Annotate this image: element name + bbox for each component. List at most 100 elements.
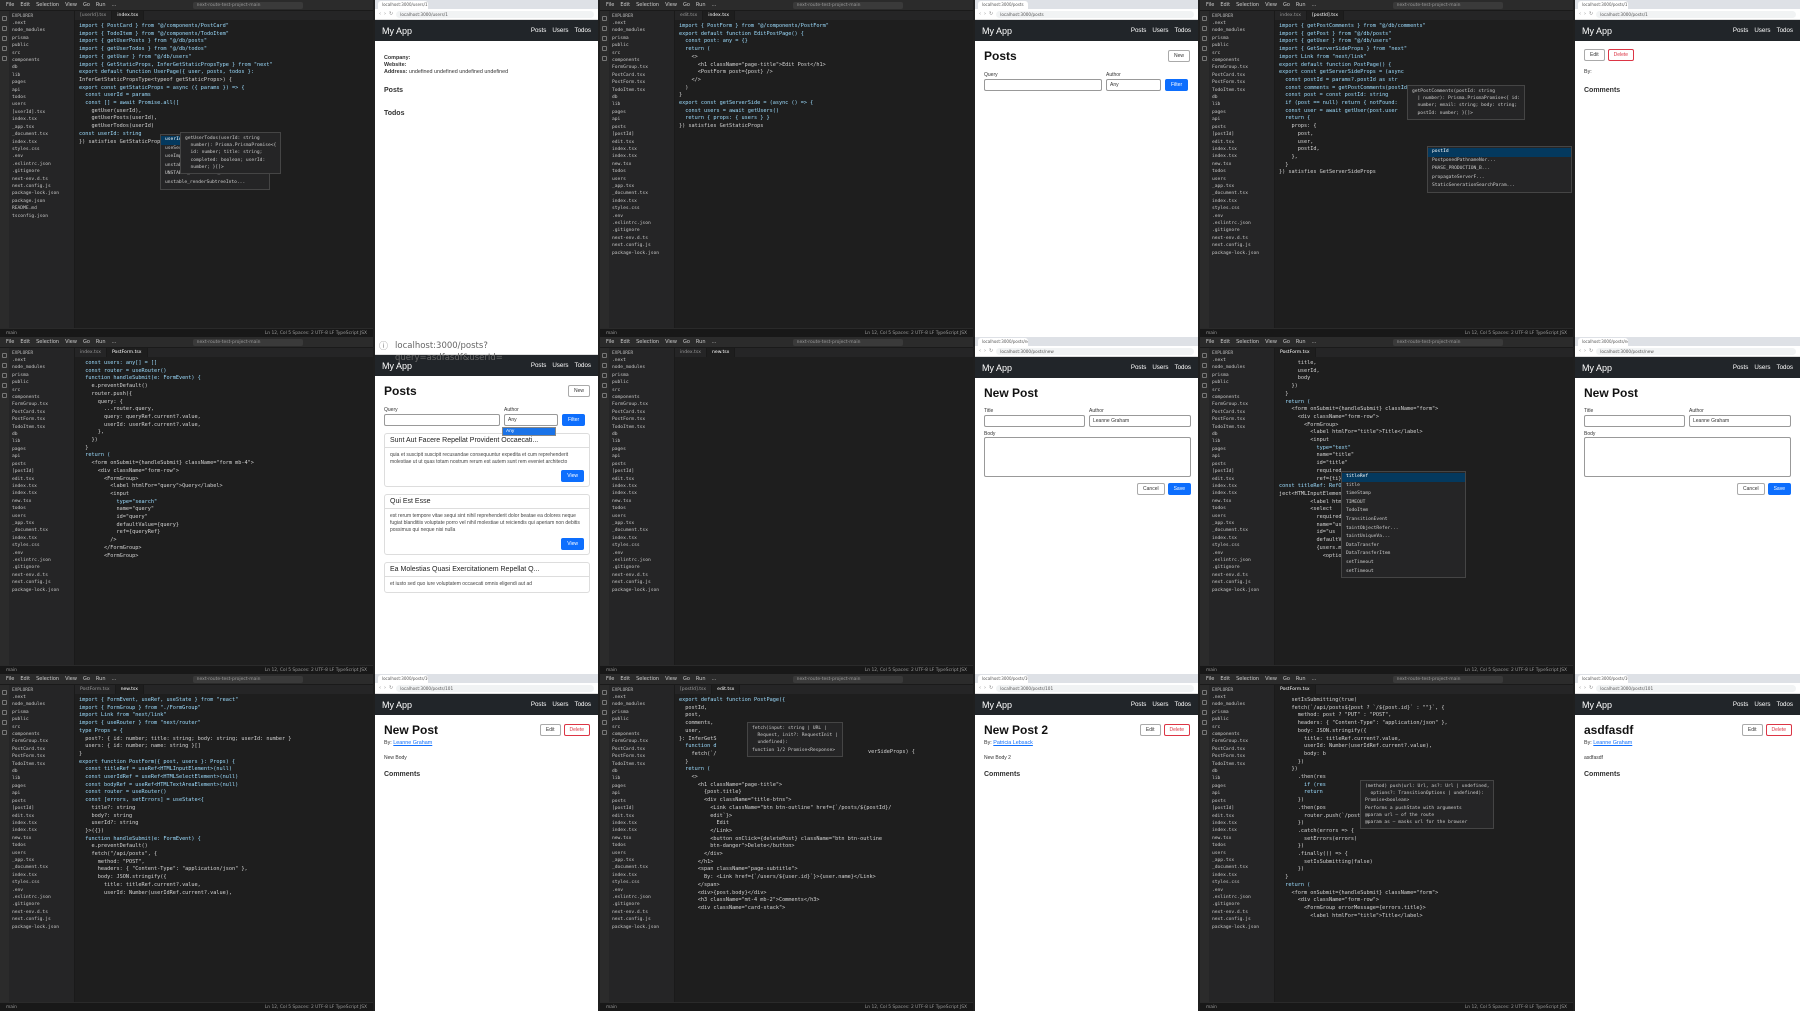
explorer-item[interactable]: lib <box>1209 438 1274 445</box>
explorer-item[interactable]: PostCard.tsx <box>1209 72 1274 79</box>
status-branch[interactable]: main <box>6 331 17 336</box>
explorer-item[interactable]: _document.tsx <box>9 864 74 871</box>
author-select[interactable]: Leanne Graham <box>1089 415 1191 427</box>
menu-item[interactable]: Edit <box>20 676 30 682</box>
menu-item[interactable]: ... <box>112 339 117 345</box>
forward-icon[interactable]: › <box>984 685 986 691</box>
editor-tab[interactable]: [postId].tsx <box>675 685 713 694</box>
explorer-item[interactable]: TodoItem.tsx <box>609 87 674 94</box>
menu-item[interactable]: Edit <box>20 2 30 8</box>
suggestion-item[interactable]: unstable_renderSubtreeInto... <box>161 179 269 188</box>
explorer-item[interactable]: index.tsx <box>9 827 74 834</box>
save-button[interactable]: Save <box>1767 483 1791 495</box>
editor-tab[interactable]: PostForm.tsx <box>1275 685 1316 694</box>
explorer-item[interactable]: db <box>1209 431 1274 438</box>
nav-posts[interactable]: Posts <box>1733 364 1748 371</box>
back-icon[interactable]: ‹ <box>1579 685 1581 691</box>
explorer-item[interactable]: public <box>9 379 74 386</box>
command-center-search[interactable]: next-route-test-project-main <box>792 675 903 683</box>
title-input[interactable] <box>984 415 1085 427</box>
explorer-item[interactable]: edit.tsx <box>1209 476 1274 483</box>
explorer-item[interactable]: node_modules <box>1209 364 1274 371</box>
explorer-item[interactable]: index.tsx <box>9 116 74 123</box>
explorer-item[interactable]: .eslintrc.json <box>1209 220 1274 227</box>
explorer-item[interactable]: .env <box>609 550 674 557</box>
suggestion-item[interactable]: propagateServerF... <box>1428 174 1571 183</box>
explorer-item[interactable]: edit.tsx <box>9 813 74 820</box>
nav-users[interactable]: Users <box>1152 27 1168 34</box>
nav-users[interactable]: Users <box>1754 701 1770 708</box>
run-debug-icon[interactable] <box>602 720 607 725</box>
editor-tab[interactable]: index.tsx <box>703 11 736 20</box>
nav-posts[interactable]: Posts <box>1131 364 1146 371</box>
nav-todos[interactable]: Todos <box>1776 27 1793 34</box>
suggestion-item[interactable]: setTimeout <box>1342 559 1465 568</box>
suggestion-item[interactable]: TodoItem <box>1342 507 1465 516</box>
explorer-item[interactable]: new.tsx <box>1209 161 1274 168</box>
explorer-item[interactable]: .eslintrc.json <box>1209 557 1274 564</box>
url-input[interactable]: localhost:3000/posts/1 <box>1596 10 1796 18</box>
explorer-item[interactable]: package-lock.json <box>609 587 674 594</box>
cancel-button[interactable]: Cancel <box>1137 483 1165 495</box>
menu-item[interactable]: ... <box>712 676 717 682</box>
explorer-item[interactable]: [postId] <box>9 805 74 812</box>
author-select[interactable]: Any <box>1106 79 1161 91</box>
explorer-item[interactable]: users <box>9 101 74 108</box>
autocomplete-popup[interactable]: postId PostponedPathnameNor... PHASE_PRODU… <box>1427 146 1572 193</box>
explorer-item[interactable]: .env <box>9 887 74 894</box>
explorer-item[interactable]: _document.tsx <box>9 131 74 138</box>
explorer-item[interactable]: api <box>9 453 74 460</box>
status-branch[interactable]: main <box>606 668 617 673</box>
explorer-item[interactable]: todos <box>609 842 674 849</box>
explorer-item[interactable]: next-env.d.ts <box>9 909 74 916</box>
explorer-item[interactable]: .next <box>1209 694 1274 701</box>
menu-item[interactable]: View <box>1265 339 1277 345</box>
explorer-item[interactable]: _app.tsx <box>9 857 74 864</box>
source-control-icon[interactable] <box>2 710 7 715</box>
url-input[interactable]: localhost:3000/posts?query=asdfasdf&user… <box>391 339 594 363</box>
explorer-item[interactable]: posts <box>9 461 74 468</box>
explorer-item[interactable]: .eslintrc.json <box>609 894 674 901</box>
author-dropdown[interactable]: Any <box>502 427 556 436</box>
status-branch[interactable]: main <box>1206 1005 1217 1010</box>
explorer-item[interactable]: components <box>9 394 74 401</box>
brand-link[interactable]: My App <box>382 361 412 371</box>
explorer-item[interactable]: lib <box>609 775 674 782</box>
explorer-item[interactable]: todos <box>1209 168 1274 175</box>
explorer-item[interactable]: _document.tsx <box>1209 864 1274 871</box>
source-control-icon[interactable] <box>602 373 607 378</box>
explorer-item[interactable]: styles.css <box>9 879 74 886</box>
explorer-item[interactable]: db <box>9 768 74 775</box>
explorer-item[interactable]: public <box>609 42 674 49</box>
explorer-item[interactable]: .env <box>9 153 74 160</box>
explorer-item[interactable]: components <box>1209 394 1274 401</box>
search-icon[interactable] <box>1202 26 1207 31</box>
explorer-item[interactable]: prisma <box>609 372 674 379</box>
explorer-item[interactable]: .eslintrc.json <box>609 220 674 227</box>
status-branch[interactable]: main <box>606 1005 617 1010</box>
view-button[interactable]: View <box>561 470 584 482</box>
reload-icon[interactable]: ↻ <box>989 348 993 354</box>
suggestion-item[interactable]: TransitionEvent <box>1342 516 1465 525</box>
code-editor[interactable]: import { FormEvent, useRef, useState } f… <box>75 694 373 1002</box>
menu-item[interactable]: View <box>65 676 77 682</box>
delete-button[interactable]: Delete <box>1163 724 1190 736</box>
explorer-item[interactable]: .next <box>9 357 74 364</box>
explorer-item[interactable]: next-env.d.ts <box>1209 572 1274 579</box>
menu-item[interactable]: Selection <box>1236 339 1259 345</box>
explorer-item[interactable]: package-lock.json <box>1209 587 1274 594</box>
menu-item[interactable]: Edit <box>620 339 630 345</box>
explorer-item[interactable]: users <box>1209 176 1274 183</box>
explorer-item[interactable]: PostCard.tsx <box>1209 409 1274 416</box>
extensions-icon[interactable] <box>602 730 607 735</box>
nav-todos[interactable]: Todos <box>574 701 591 708</box>
code-editor[interactable]: setIsSubmitting(true) fetch(`/api/posts$… <box>1275 694 1573 1002</box>
explorer-item[interactable]: new.tsx <box>9 498 74 505</box>
run-debug-icon[interactable] <box>602 383 607 388</box>
status-branch[interactable]: main <box>1206 331 1217 336</box>
explorer-item[interactable]: prisma <box>9 372 74 379</box>
explorer-item[interactable]: posts <box>1209 461 1274 468</box>
save-button[interactable]: Save <box>1167 483 1191 495</box>
editor-tab[interactable]: PostForm.tsx <box>1275 348 1316 357</box>
explorer-item[interactable]: components <box>609 57 674 64</box>
